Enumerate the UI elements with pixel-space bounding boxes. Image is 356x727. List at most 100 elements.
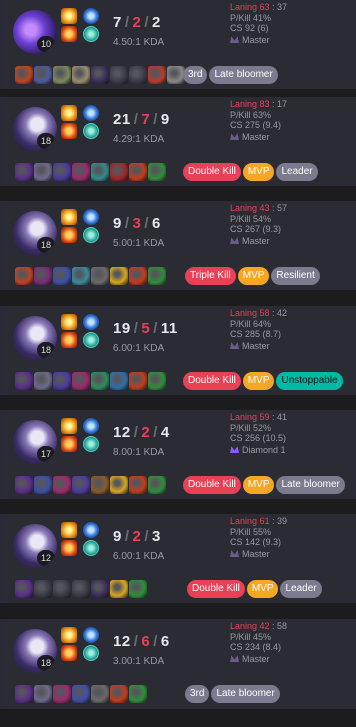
item-icon[interactable]	[110, 580, 128, 598]
item-icon[interactable]	[110, 476, 128, 494]
item-icon[interactable]	[91, 267, 109, 285]
item-icon[interactable]	[53, 685, 71, 703]
item-icon[interactable]	[53, 163, 71, 181]
item-icon[interactable]	[15, 372, 33, 390]
cyan-rune-icon	[83, 26, 99, 42]
separator: /	[124, 14, 130, 31]
flash-spell-icon	[61, 209, 77, 225]
item-icon[interactable]	[15, 267, 33, 285]
item-icon[interactable]	[129, 163, 147, 181]
champion-portrait[interactable]: 18	[13, 211, 57, 255]
item-icon[interactable]	[53, 372, 71, 390]
item-icon[interactable]	[72, 685, 90, 703]
laning-opponent: : 41	[269, 412, 288, 422]
kda-score: 12/6/6	[113, 633, 170, 650]
laning-line: Laning 58 : 42	[230, 308, 287, 319]
item-icon[interactable]	[148, 66, 166, 84]
item-icon[interactable]	[91, 580, 109, 598]
item-icon[interactable]	[129, 580, 147, 598]
champion-level-badge: 17	[37, 446, 55, 462]
item-icon[interactable]	[110, 372, 128, 390]
item-icon[interactable]	[91, 163, 109, 181]
champion-portrait[interactable]: 12	[13, 524, 57, 568]
item-icon[interactable]	[34, 476, 52, 494]
match-card[interactable]: 18 12/6/6 3.00:1 KDA Laning 42 : 58 P/Kill 4…	[0, 619, 356, 709]
flash-spell-icon	[61, 627, 77, 643]
item-icon[interactable]	[110, 66, 128, 84]
item-icon[interactable]	[15, 476, 33, 494]
item-icon[interactable]	[53, 476, 71, 494]
item-icon[interactable]	[72, 476, 90, 494]
match-card[interactable]: 18 19/5/11 6.00:1 KDA Laning 58 : 42 P/Kill …	[0, 306, 356, 395]
item-icon[interactable]	[110, 685, 128, 703]
item-icon[interactable]	[91, 372, 109, 390]
item-icon[interactable]	[15, 163, 33, 181]
item-icon[interactable]	[129, 685, 147, 703]
champion-portrait[interactable]: 17	[13, 420, 57, 464]
item-icon[interactable]	[34, 267, 52, 285]
kda-ratio: 4.50:1 KDA	[113, 37, 165, 48]
item-icon[interactable]	[34, 685, 52, 703]
item-icon[interactable]	[34, 163, 52, 181]
item-icon[interactable]	[72, 267, 90, 285]
item-icon[interactable]	[15, 66, 33, 84]
item-icon[interactable]	[15, 580, 33, 598]
item-icon[interactable]	[53, 267, 71, 285]
item-icon[interactable]	[91, 685, 109, 703]
item-icon[interactable]	[72, 580, 90, 598]
creep-score: CS 234 (8.4)	[230, 642, 282, 652]
item-icon[interactable]	[148, 163, 166, 181]
item-icon[interactable]	[72, 66, 90, 84]
item-icon[interactable]	[72, 163, 90, 181]
badge: Double Kill	[187, 580, 245, 598]
item-icon[interactable]	[129, 267, 147, 285]
item-icon[interactable]	[148, 372, 166, 390]
item-icon[interactable]	[129, 372, 147, 390]
champion-level-badge: 18	[37, 237, 55, 253]
badge: Leader	[276, 163, 318, 181]
item-icon[interactable]	[129, 476, 147, 494]
champion-level-badge: 18	[37, 133, 55, 149]
separator: /	[144, 528, 150, 545]
match-stats: Laning 42 : 58 P/Kill 45% CS 234 (8.4) Mast…	[230, 621, 287, 665]
deaths: 5	[141, 320, 151, 337]
ignite-spell-icon	[61, 436, 77, 452]
match-card[interactable]: 17 12/2/4 8.00:1 KDA Laning 59 : 41 P/Kill 5…	[0, 410, 356, 499]
item-icon[interactable]	[110, 163, 128, 181]
item-icon[interactable]	[72, 372, 90, 390]
item-icon[interactable]	[148, 476, 166, 494]
champion-portrait[interactable]: 10	[13, 10, 57, 54]
item-icon[interactable]	[91, 66, 109, 84]
kda-ratio: 6.00:1 KDA	[113, 343, 165, 354]
item-icon[interactable]	[15, 685, 33, 703]
item-icon[interactable]	[53, 66, 71, 84]
match-card[interactable]: 10 7/2/2 4.50:1 KDA Laning 63 : 37 P/Kill 41…	[0, 0, 356, 89]
item-icon[interactable]	[110, 267, 128, 285]
blue-rune-icon	[83, 314, 99, 330]
item-build	[15, 476, 167, 495]
match-card[interactable]: 18 21/7/9 4.29:1 KDA Laning 83 : 17 P/Kill 6…	[0, 97, 356, 186]
kills: 19	[113, 320, 131, 337]
champion-portrait[interactable]: 18	[13, 629, 57, 673]
achievement-badges: 3rd Late bloomer	[183, 66, 280, 84]
item-icon[interactable]	[34, 372, 52, 390]
item-icon[interactable]	[148, 267, 166, 285]
item-icon[interactable]	[34, 580, 52, 598]
champion-portrait[interactable]: 18	[13, 107, 57, 151]
match-card[interactable]: 18 9/3/6 5.00:1 KDA Laning 43 : 57 P/Kill 54…	[0, 201, 356, 290]
deaths: 2	[132, 528, 142, 545]
ignite-spell-icon	[61, 645, 77, 661]
item-icon[interactable]	[53, 580, 71, 598]
creep-score: CS 267 (9.3)	[230, 224, 282, 234]
master-tier-icon	[230, 342, 239, 350]
champion-portrait[interactable]: 18	[13, 316, 57, 360]
item-icon[interactable]	[129, 66, 147, 84]
match-stats: Laning 63 : 37 P/Kill 41% CS 92 (6) Master	[230, 2, 287, 46]
tier-label: Master	[242, 340, 270, 351]
item-icon[interactable]	[34, 66, 52, 84]
kda-score: 19/5/11	[113, 320, 178, 337]
kill-participation: P/Kill 52%	[230, 422, 272, 433]
match-card[interactable]: 12 9/2/3 6.00:1 KDA Laning 61 : 39 P/Kill 55…	[0, 514, 356, 603]
assists: 11	[160, 320, 178, 337]
item-icon[interactable]	[91, 476, 109, 494]
